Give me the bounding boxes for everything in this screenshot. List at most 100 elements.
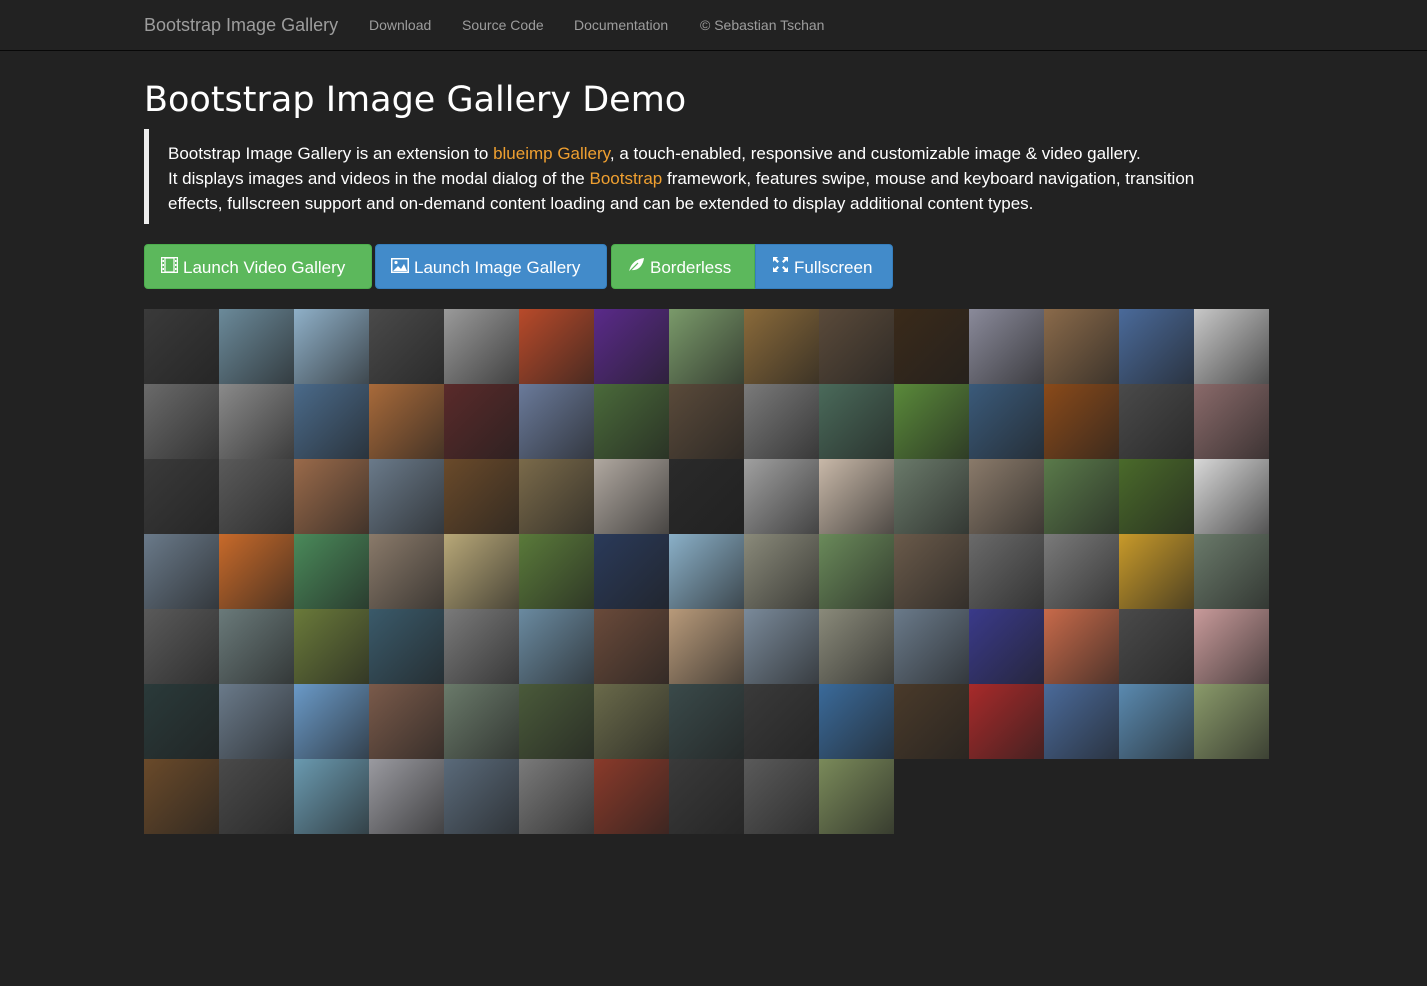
- gallery-thumbnail[interactable]: [1194, 684, 1269, 759]
- gallery-thumbnail[interactable]: [969, 534, 1044, 609]
- gallery-thumbnail[interactable]: [444, 309, 519, 384]
- gallery-thumbnail[interactable]: [144, 684, 219, 759]
- gallery-thumbnail[interactable]: [144, 759, 219, 834]
- gallery-thumbnail[interactable]: [1119, 609, 1194, 684]
- gallery-thumbnail[interactable]: [594, 684, 669, 759]
- gallery-thumbnail[interactable]: [294, 534, 369, 609]
- gallery-thumbnail[interactable]: [1194, 534, 1269, 609]
- gallery-thumbnail[interactable]: [1044, 684, 1119, 759]
- gallery-thumbnail[interactable]: [594, 309, 669, 384]
- gallery-thumbnail[interactable]: [144, 534, 219, 609]
- navbar-brand[interactable]: Bootstrap Image Gallery: [144, 14, 338, 36]
- gallery-thumbnail[interactable]: [144, 459, 219, 534]
- gallery-thumbnail[interactable]: [669, 684, 744, 759]
- gallery-thumbnail[interactable]: [819, 534, 894, 609]
- gallery-thumbnail[interactable]: [744, 384, 819, 459]
- gallery-thumbnail[interactable]: [669, 759, 744, 834]
- blueimp-gallery-link[interactable]: blueimp Gallery: [493, 144, 610, 163]
- gallery-thumbnail[interactable]: [1044, 609, 1119, 684]
- gallery-thumbnail[interactable]: [294, 459, 369, 534]
- gallery-thumbnail[interactable]: [1194, 384, 1269, 459]
- gallery-thumbnail[interactable]: [1119, 534, 1194, 609]
- gallery-thumbnail[interactable]: [294, 684, 369, 759]
- gallery-thumbnail[interactable]: [1119, 684, 1194, 759]
- gallery-thumbnail[interactable]: [219, 459, 294, 534]
- gallery-thumbnail[interactable]: [144, 609, 219, 684]
- gallery-thumbnail[interactable]: [444, 684, 519, 759]
- gallery-thumbnail[interactable]: [444, 459, 519, 534]
- gallery-thumbnail[interactable]: [669, 384, 744, 459]
- gallery-thumbnail[interactable]: [1119, 309, 1194, 384]
- gallery-thumbnail[interactable]: [594, 609, 669, 684]
- gallery-thumbnail[interactable]: [819, 759, 894, 834]
- gallery-thumbnail[interactable]: [369, 534, 444, 609]
- gallery-thumbnail[interactable]: [969, 384, 1044, 459]
- gallery-thumbnail[interactable]: [519, 684, 594, 759]
- gallery-thumbnail[interactable]: [294, 309, 369, 384]
- gallery-thumbnail[interactable]: [1044, 459, 1119, 534]
- gallery-thumbnail[interactable]: [519, 759, 594, 834]
- gallery-thumbnail[interactable]: [219, 759, 294, 834]
- gallery-thumbnail[interactable]: [444, 534, 519, 609]
- gallery-thumbnail[interactable]: [669, 534, 744, 609]
- gallery-thumbnail[interactable]: [219, 534, 294, 609]
- gallery-thumbnail[interactable]: [519, 459, 594, 534]
- gallery-thumbnail[interactable]: [669, 459, 744, 534]
- gallery-thumbnail[interactable]: [369, 759, 444, 834]
- gallery-thumbnail[interactable]: [594, 384, 669, 459]
- gallery-thumbnail[interactable]: [1194, 459, 1269, 534]
- nav-link-source-code[interactable]: Source Code: [462, 17, 544, 33]
- bootstrap-link[interactable]: Bootstrap: [589, 169, 662, 188]
- gallery-thumbnail[interactable]: [969, 684, 1044, 759]
- gallery-thumbnail[interactable]: [1044, 534, 1119, 609]
- nav-link-copyright[interactable]: © Sebastian Tschan: [700, 17, 824, 33]
- gallery-thumbnail[interactable]: [669, 609, 744, 684]
- gallery-thumbnail[interactable]: [819, 459, 894, 534]
- gallery-thumbnail[interactable]: [369, 459, 444, 534]
- gallery-thumbnail[interactable]: [294, 384, 369, 459]
- gallery-thumbnail[interactable]: [894, 684, 969, 759]
- gallery-thumbnail[interactable]: [969, 309, 1044, 384]
- gallery-thumbnail[interactable]: [594, 459, 669, 534]
- gallery-thumbnail[interactable]: [894, 609, 969, 684]
- gallery-thumbnail[interactable]: [219, 609, 294, 684]
- gallery-thumbnail[interactable]: [819, 684, 894, 759]
- gallery-thumbnail[interactable]: [744, 609, 819, 684]
- gallery-thumbnail[interactable]: [744, 459, 819, 534]
- gallery-thumbnail[interactable]: [519, 384, 594, 459]
- gallery-thumbnail[interactable]: [144, 309, 219, 384]
- gallery-thumbnail[interactable]: [1194, 309, 1269, 384]
- gallery-thumbnail[interactable]: [744, 759, 819, 834]
- gallery-thumbnail[interactable]: [969, 459, 1044, 534]
- fullscreen-button[interactable]: Fullscreen: [755, 244, 893, 289]
- gallery-thumbnail[interactable]: [744, 534, 819, 609]
- gallery-thumbnail[interactable]: [669, 309, 744, 384]
- gallery-thumbnail[interactable]: [894, 459, 969, 534]
- gallery-thumbnail[interactable]: [594, 759, 669, 834]
- gallery-thumbnail[interactable]: [219, 384, 294, 459]
- gallery-thumbnail[interactable]: [1119, 384, 1194, 459]
- gallery-thumbnail[interactable]: [144, 384, 219, 459]
- gallery-thumbnail[interactable]: [819, 384, 894, 459]
- gallery-thumbnail[interactable]: [444, 759, 519, 834]
- gallery-thumbnail[interactable]: [819, 309, 894, 384]
- gallery-thumbnail[interactable]: [519, 309, 594, 384]
- borderless-button[interactable]: Borderless: [611, 244, 755, 289]
- gallery-thumbnail[interactable]: [219, 309, 294, 384]
- gallery-thumbnail[interactable]: [519, 609, 594, 684]
- gallery-thumbnail[interactable]: [1194, 609, 1269, 684]
- gallery-thumbnail[interactable]: [819, 609, 894, 684]
- gallery-thumbnail[interactable]: [1044, 309, 1119, 384]
- gallery-thumbnail[interactable]: [594, 534, 669, 609]
- gallery-thumbnail[interactable]: [894, 309, 969, 384]
- gallery-thumbnail[interactable]: [369, 684, 444, 759]
- gallery-thumbnail[interactable]: [519, 534, 594, 609]
- gallery-thumbnail[interactable]: [1119, 459, 1194, 534]
- gallery-thumbnail[interactable]: [744, 309, 819, 384]
- nav-link-download[interactable]: Download: [369, 17, 431, 33]
- gallery-thumbnail[interactable]: [444, 384, 519, 459]
- gallery-thumbnail[interactable]: [444, 609, 519, 684]
- gallery-thumbnail[interactable]: [894, 534, 969, 609]
- gallery-thumbnail[interactable]: [744, 684, 819, 759]
- gallery-thumbnail[interactable]: [294, 759, 369, 834]
